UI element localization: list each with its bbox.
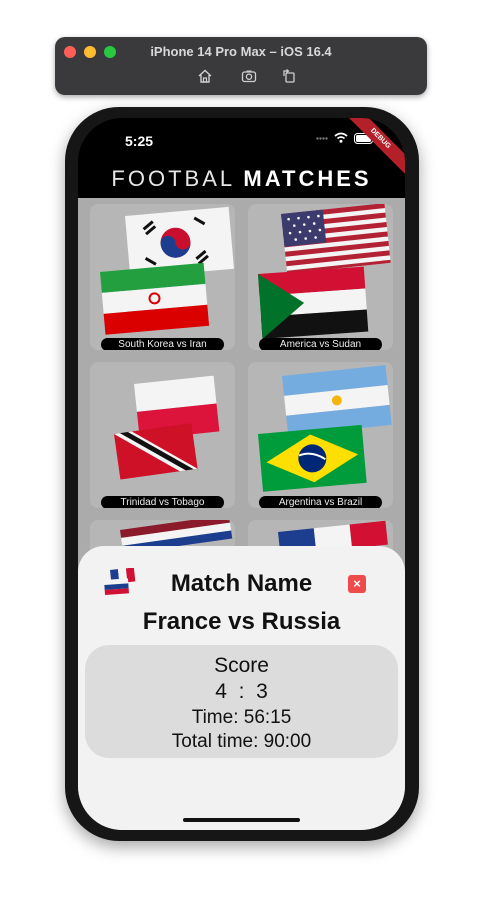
match-card-label: America vs Sudan (259, 338, 382, 350)
match-flags-image (114, 375, 220, 480)
rotate-icon[interactable] (281, 68, 297, 84)
match-flags-image (258, 365, 392, 492)
cellular-icon (316, 137, 328, 140)
status-time: 5:25 (125, 133, 154, 149)
match-card-label: South Korea vs Iran (101, 338, 224, 350)
argentina-flag (282, 365, 392, 436)
app-title-light: FOOTBAL (111, 166, 235, 191)
elapsed-time: Time: 56:15 (191, 707, 292, 728)
match-card-label: Argentina vs Brazil (259, 496, 382, 508)
sudan-flag (258, 266, 369, 339)
usa-flag (281, 204, 391, 274)
match-flags-image (258, 204, 391, 339)
close-button[interactable]: × (348, 575, 366, 593)
match-card[interactable]: South Korea vs Iran (90, 204, 235, 350)
match-card[interactable]: Trinidad vs Tobago (90, 362, 235, 508)
wifi-icon (334, 132, 348, 143)
match-name: France vs Russia (142, 608, 341, 635)
home-icon[interactable] (197, 68, 213, 84)
screenshot-icon[interactable] (241, 68, 257, 84)
home-indicator[interactable] (183, 818, 300, 822)
score-value: 4 : 3 (215, 680, 268, 703)
total-time: Total time: 90:00 (171, 731, 312, 752)
simulator-toolbar: iPhone 14 Pro Max – iOS 16.4 (55, 37, 427, 95)
match-card[interactable]: America vs Sudan (248, 204, 393, 350)
score-label: Score (214, 654, 269, 677)
app-title: FOOTBAL MATCHES (78, 166, 405, 192)
brazil-flag (258, 424, 367, 492)
match-flags-image (100, 206, 235, 335)
app-title-bold: MATCHES (243, 166, 372, 191)
iran-flag (100, 262, 210, 335)
score-panel: Score 4 : 3 Time: 56:15 Total time: 90:0… (85, 645, 398, 758)
simulator-title: iPhone 14 Pro Max – iOS 16.4 (150, 44, 332, 59)
match-detail-sheet: Match Name × France vs Russia Score 4 : … (78, 546, 405, 830)
trinidad-and-tobago-flag (114, 423, 198, 480)
phone-screen: 5:25 DEBUG FOOTBAL MATCHES South Korea v… (78, 118, 405, 830)
match-card-label: Trinidad vs Tobago (101, 496, 224, 508)
match-card[interactable]: Argentina vs Brazil (248, 362, 393, 508)
